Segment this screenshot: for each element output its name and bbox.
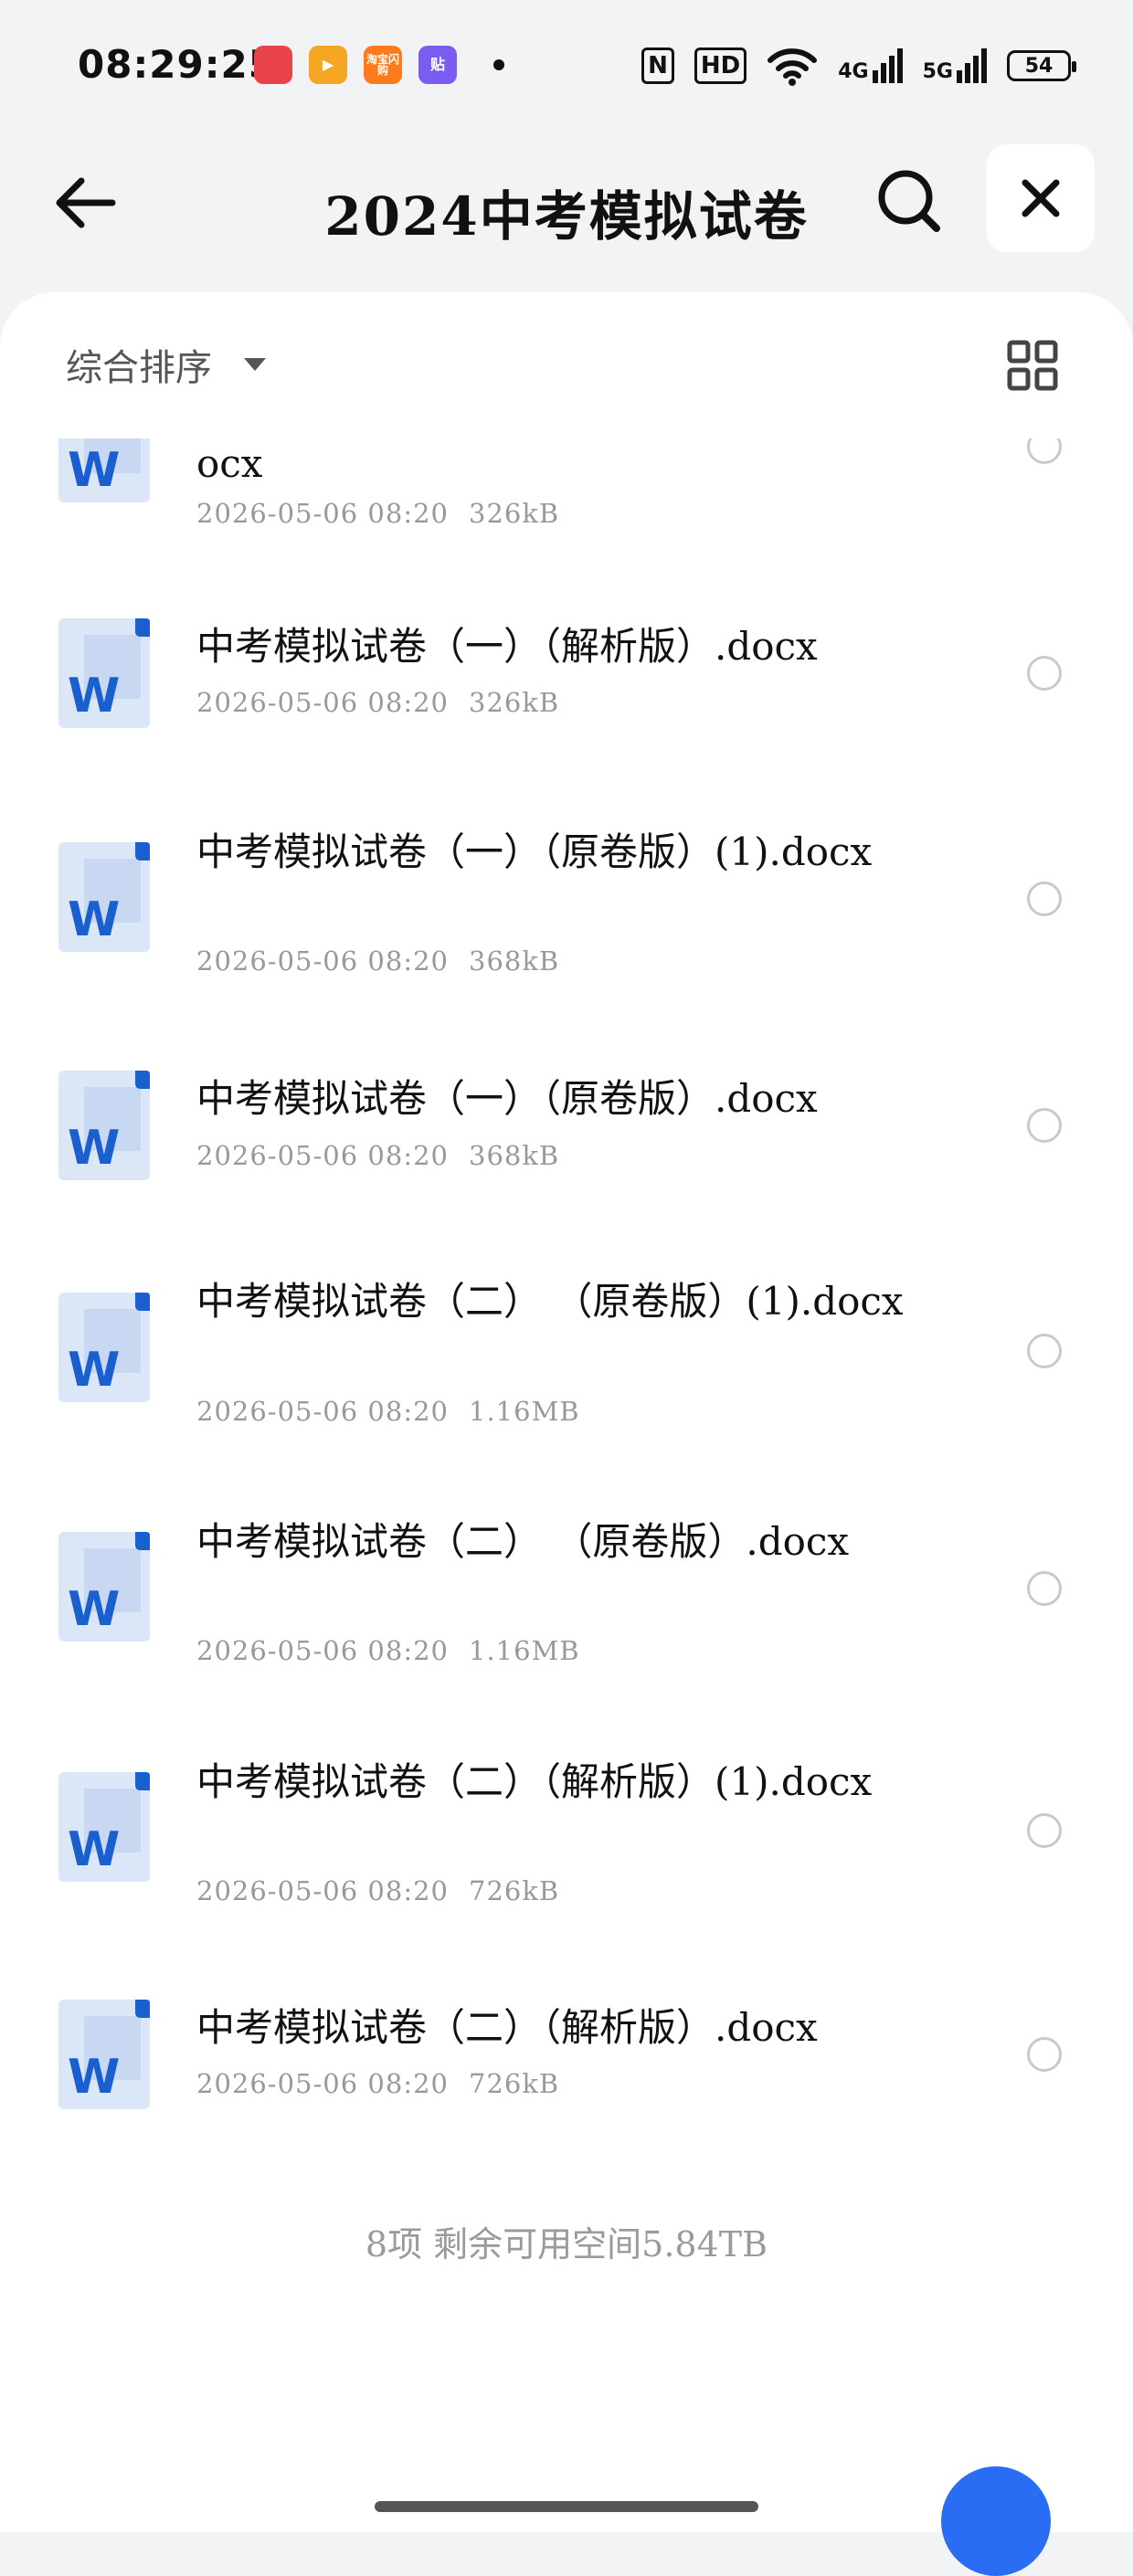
file-name: ocx xyxy=(196,441,263,486)
svg-text:W: W xyxy=(68,1343,120,1398)
svg-text:W: W xyxy=(68,669,120,723)
status-time: 08:29:25 xyxy=(78,42,276,87)
svg-text:W: W xyxy=(68,443,120,498)
battery-level: 54 xyxy=(1024,54,1054,78)
word-doc-icon: W xyxy=(57,1998,152,2111)
file-date: 2026-05-06 08:20 xyxy=(196,945,449,977)
nfc-icon: N xyxy=(641,48,674,84)
word-glyph: W xyxy=(58,1772,150,1882)
file-meta: 2026-05-06 08:20 726kB xyxy=(196,2068,559,2099)
svg-text:W: W xyxy=(68,1121,120,1176)
search-button[interactable] xyxy=(873,164,946,238)
net-label: 4G xyxy=(838,60,869,83)
sort-dropdown[interactable]: 综合排序 xyxy=(66,338,212,391)
home-indicator[interactable] xyxy=(375,2501,758,2512)
search-icon xyxy=(878,170,940,232)
file-size: 726kB xyxy=(469,1875,560,1906)
close-icon xyxy=(1022,179,1060,217)
signal-4g-icon: 4G xyxy=(838,48,903,83)
file-name: 中考模拟试卷（二） （原卷版）.docx xyxy=(196,1519,850,1564)
top-bar: 2024中考模拟试卷 xyxy=(0,137,1133,292)
notification-icons: ▶ 淘宝闪购 贴 xyxy=(254,46,504,84)
file-size: 326kB xyxy=(469,498,560,529)
select-radio[interactable] xyxy=(1027,656,1062,691)
file-size: 326kB xyxy=(469,687,560,718)
word-glyph: W xyxy=(58,1532,150,1642)
more-notifications-dot xyxy=(493,59,504,70)
file-name: 中考模拟试卷（二）（解析版）.docx xyxy=(196,2005,818,2050)
word-glyph: W xyxy=(58,618,150,728)
app-label: 淘宝闪购 xyxy=(365,53,399,77)
battery-icon: 54 xyxy=(1007,50,1076,81)
word-glyph: W xyxy=(58,1293,150,1402)
system-icons: N HD 4G 5G 54 xyxy=(641,46,1076,86)
file-list-panel: W ocx 2026-05-06 08:20 326kB W 中考模拟试卷（一）（解… xyxy=(0,292,1133,2532)
page-title: 2024中考模拟试卷 xyxy=(324,185,809,248)
file-size: 368kB xyxy=(469,945,560,977)
file-meta: 2026-05-06 08:20 326kB xyxy=(196,687,559,718)
tv-app-icon: ▶ xyxy=(309,46,347,84)
word-doc-icon: W xyxy=(57,1770,152,1884)
word-glyph: W xyxy=(58,2000,150,2109)
svg-text:W: W xyxy=(68,1822,120,1877)
file-size: 1.16MB xyxy=(469,1396,580,1427)
file-meta: 2026-05-06 08:20 1.16MB xyxy=(196,1396,580,1427)
file-meta: 2026-05-06 08:20 368kB xyxy=(196,1140,559,1171)
file-date: 2026-05-06 08:20 xyxy=(196,1875,449,1906)
status-bar: 08:29:25 ▶ 淘宝闪购 贴 N HD 4G 5G 54 xyxy=(0,0,1133,137)
select-radio[interactable] xyxy=(1027,882,1062,916)
select-radio[interactable] xyxy=(1027,2037,1062,2072)
file-date: 2026-05-06 08:20 xyxy=(196,1396,449,1427)
select-radio[interactable] xyxy=(1027,1108,1062,1143)
word-glyph: W xyxy=(58,842,150,952)
close-button[interactable] xyxy=(987,144,1095,252)
file-date: 2026-05-06 08:20 xyxy=(196,498,449,529)
grid-view-button[interactable] xyxy=(1007,340,1058,391)
sticker-app-icon: 贴 xyxy=(418,46,457,84)
floating-action-button[interactable] xyxy=(941,2466,1051,2576)
file-date: 2026-05-06 08:20 xyxy=(196,2068,449,2099)
file-date: 2026-05-06 08:20 xyxy=(196,1140,449,1171)
file-meta: 2026-05-06 08:20 326kB xyxy=(196,498,559,529)
word-doc-icon: W xyxy=(57,1069,152,1182)
grid-icon xyxy=(1007,340,1058,391)
file-meta: 2026-05-06 08:20 1.16MB xyxy=(196,1635,580,1666)
svg-text:W: W xyxy=(68,892,120,947)
word-doc-icon: W xyxy=(57,840,152,954)
app-label: ▶ xyxy=(322,56,334,73)
sort-bar: 综合排序 xyxy=(0,292,1133,438)
file-name: 中考模拟试卷（二） （原卷版）(1).docx xyxy=(196,1279,904,1324)
red-app-icon xyxy=(254,46,292,84)
svg-text:W: W xyxy=(68,1582,120,1637)
storage-summary: 8项 剩余可用空间5.84TB xyxy=(365,2224,768,2265)
word-doc-icon: W xyxy=(57,617,152,730)
file-name: 中考模拟试卷（一）（原卷版）.docx xyxy=(196,1076,818,1121)
wifi-icon xyxy=(768,48,818,86)
select-radio[interactable] xyxy=(1027,1813,1062,1848)
file-date: 2026-05-06 08:20 xyxy=(196,687,449,718)
net-label: 5G xyxy=(922,60,953,83)
file-meta: 2026-05-06 08:20 368kB xyxy=(196,945,559,977)
caret-down-icon[interactable] xyxy=(244,358,266,371)
file-size: 726kB xyxy=(469,2068,560,2099)
file-name: 中考模拟试卷（一）（解析版）.docx xyxy=(196,624,818,669)
word-doc-icon: W xyxy=(57,1291,152,1404)
word-doc-icon: W xyxy=(57,1530,152,1643)
select-radio[interactable] xyxy=(1027,1571,1062,1606)
file-name: 中考模拟试卷（一）（原卷版）(1).docx xyxy=(196,829,873,874)
hd-voice-icon: HD xyxy=(694,48,747,84)
file-name: 中考模拟试卷（二）（解析版）(1).docx xyxy=(196,1759,873,1804)
word-glyph: W xyxy=(58,1071,150,1180)
svg-text:W: W xyxy=(68,2050,120,2105)
file-date: 2026-05-06 08:20 xyxy=(196,1635,449,1666)
file-size: 1.16MB xyxy=(469,1635,580,1666)
file-meta: 2026-05-06 08:20 726kB xyxy=(196,1875,559,1906)
select-radio[interactable] xyxy=(1027,1334,1062,1368)
taobao-flash-icon: 淘宝闪购 xyxy=(364,46,402,84)
app-label: 贴 xyxy=(429,56,445,73)
file-size: 368kB xyxy=(469,1140,560,1171)
signal-5g-icon: 5G xyxy=(923,48,987,83)
